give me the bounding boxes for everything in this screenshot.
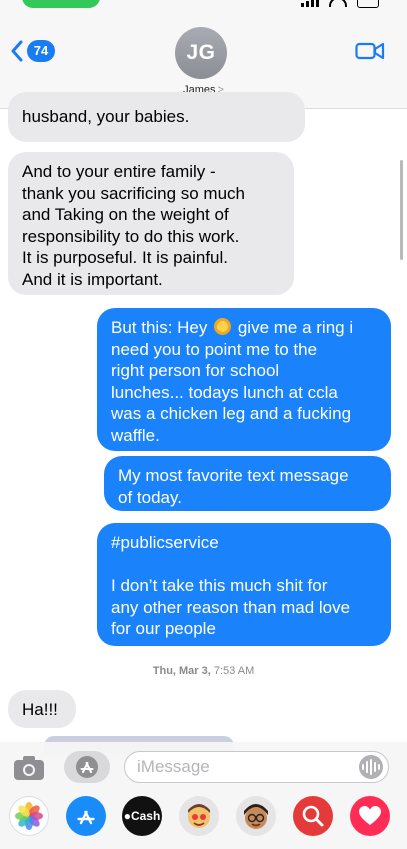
scrollbar[interactable] <box>400 160 403 260</box>
message-input[interactable]: iMessage <box>124 751 389 783</box>
search-images-icon <box>302 805 324 827</box>
memoji-stickers-icon <box>188 804 210 828</box>
wifi-icon <box>329 0 347 7</box>
photos-icon <box>15 802 43 830</box>
digital-touch-icon <box>359 806 381 825</box>
message-bubble-incoming[interactable]: husband, your babies. <box>8 92 305 142</box>
message-input-placeholder: iMessage <box>137 757 210 776</box>
imessage-app-strip: ● Cash <box>0 792 407 849</box>
messages-screen: 74 JG James > husband, your babies. And t… <box>0 0 407 849</box>
apple-cash-label: Cash <box>130 809 161 823</box>
message-bubble-outgoing[interactable]: My most favorite text message of today. <box>104 456 391 511</box>
chevron-left-icon <box>11 40 23 62</box>
message-timestamp: Thu, Mar 3, 7:53 AM <box>0 665 407 677</box>
message-text: But this: Hey <box>111 318 208 337</box>
message-bubble-outgoing[interactable]: #publicservice I don’t take this much sh… <box>97 523 391 646</box>
photos-app-button[interactable] <box>9 796 49 836</box>
audio-message-button[interactable] <box>359 755 383 779</box>
compose-bar: iMessage <box>0 742 407 792</box>
timestamp-time: 7:53 AM <box>213 665 255 677</box>
battery-icon <box>357 0 379 8</box>
digital-touch-app-button[interactable] <box>350 796 390 836</box>
camera-button[interactable] <box>12 754 46 782</box>
signal-icon <box>301 0 319 7</box>
message-bubble-incoming[interactable]: And to your entire family - thank you sa… <box>8 152 294 295</box>
app-store-drawer-button[interactable] <box>64 751 110 783</box>
image-search-app-button[interactable] <box>293 796 333 836</box>
facetime-video-button[interactable] <box>355 41 385 66</box>
unread-count-badge: 74 <box>27 40 55 62</box>
sun-face-emoji-icon <box>214 318 232 335</box>
app-store-icon <box>76 756 98 778</box>
apple-logo-icon: ● <box>123 809 131 823</box>
camera-icon <box>14 756 44 780</box>
call-status-pill[interactable] <box>22 0 100 8</box>
video-camera-icon <box>355 42 385 60</box>
contact-avatar[interactable]: JG <box>175 27 227 79</box>
status-icons <box>301 0 379 8</box>
message-bubble-outgoing[interactable]: But this: Hey give me a ring i need you … <box>97 308 391 451</box>
app-store-icon <box>77 810 95 825</box>
back-button[interactable]: 74 <box>10 40 55 62</box>
memoji-stickers-app-button[interactable] <box>179 796 219 836</box>
memoji-app-button[interactable] <box>236 796 276 836</box>
message-bubble-incoming[interactable]: Ha!!! <box>8 690 76 728</box>
memoji-icon <box>244 804 268 829</box>
apple-cash-app-button[interactable]: ● Cash <box>122 796 162 836</box>
app-store-app-button[interactable] <box>66 796 106 836</box>
timestamp-day: Thu, Mar 3, <box>152 665 211 677</box>
